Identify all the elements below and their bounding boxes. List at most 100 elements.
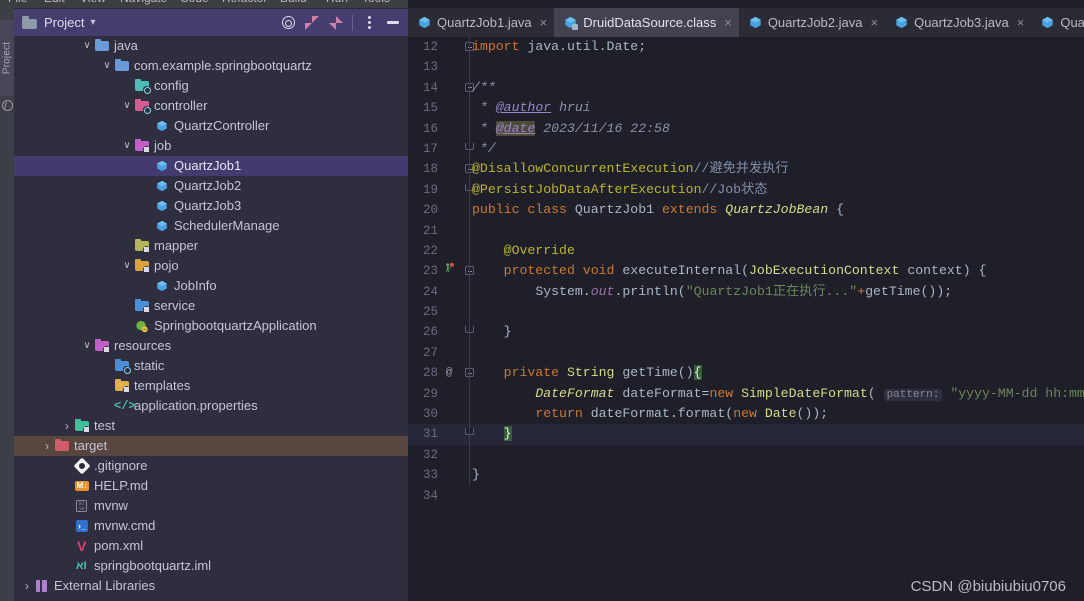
tree-item-quartzjob1[interactable]: QuartzJob1: [14, 156, 408, 176]
code-line[interactable]: 16 * @date 2023/11/16 22:58: [408, 118, 1084, 139]
tree-item-config[interactable]: config: [14, 76, 408, 96]
chevron-down-icon[interactable]: ▾: [90, 17, 95, 28]
editor-tab-quartz[interactable]: Quartz: [1031, 8, 1084, 37]
collapse-all-button[interactable]: [325, 12, 347, 34]
annotation-gutter-icon[interactable]: @: [442, 363, 456, 383]
tree-item-label: mvnw.cmd: [94, 518, 156, 533]
code-line[interactable]: 13: [408, 57, 1084, 77]
code-line[interactable]: 30 return dateFormat.format(new Date());: [408, 404, 1084, 425]
tree-item-test[interactable]: › test: [14, 416, 408, 436]
tree-item-quartzcontroller[interactable]: QuartzController: [14, 116, 408, 136]
close-icon[interactable]: ×: [870, 16, 878, 29]
options-button[interactable]: [358, 12, 380, 34]
line-number: 16: [422, 121, 438, 136]
code-line[interactable]: 29 DateFormat dateFormat=new SimpleDateF…: [408, 383, 1084, 405]
structure-icon[interactable]: [2, 100, 13, 111]
chevron-right-icon[interactable]: ›: [60, 420, 74, 432]
folder-icon: [114, 358, 131, 374]
code-line[interactable]: 18 @DisallowConcurrentExecution//避免并发执行: [408, 159, 1084, 179]
tree-item-pom-xml[interactable]: Vpom.xml: [14, 536, 408, 556]
code-line[interactable]: 14 /**: [408, 78, 1084, 98]
chevron-down-icon[interactable]: ∨: [80, 41, 94, 51]
tool-window-tab-label: Project: [1, 41, 13, 75]
close-icon[interactable]: ×: [1017, 16, 1025, 29]
tree-item-quartzjob2[interactable]: QuartzJob2: [14, 176, 408, 196]
code-line[interactable]: 26 }: [408, 322, 1084, 342]
code-text: return dateFormat.format(new Date());: [535, 406, 829, 422]
code-line[interactable]: 23 protected void executeInternal(JobExe…: [408, 261, 1084, 281]
close-icon[interactable]: ×: [724, 16, 732, 29]
tree-item-springbootquartz-iml[interactable]: אI springbootquartz.iml: [14, 556, 408, 576]
tree-item-resources[interactable]: ∨ resources: [14, 336, 408, 356]
chevron-down-icon[interactable]: ∨: [120, 141, 134, 151]
editor-tab-druiddatasource-class[interactable]: DruidDataSource.class ×: [554, 8, 739, 37]
java-class-icon: [1041, 16, 1054, 29]
code-line[interactable]: 20 public class QuartzJob1 extends Quartz…: [408, 200, 1084, 221]
tree-item-service[interactable]: service: [14, 296, 408, 316]
menu-item: Code: [180, 0, 209, 5]
tree-item-java[interactable]: ∨ java: [14, 36, 408, 56]
tree-item-mvnw[interactable]: 01 10 mvnw: [14, 496, 408, 516]
editor-tab-quartzjob2-java[interactable]: QuartzJob2.java ×: [739, 8, 885, 37]
code-text: System.out.println("QuartzJob1正在执行..."+g…: [535, 283, 953, 299]
line-number: 34: [422, 488, 438, 503]
tree-item-schedulermanage[interactable]: SchedulerManage: [14, 216, 408, 236]
code-line[interactable]: 31 }: [408, 424, 1084, 445]
code-line[interactable]: 34: [408, 486, 1084, 506]
tree-item-mvnw-cmd[interactable]: ›_ mvnw.cmd: [14, 516, 408, 536]
tree-item-external-libraries[interactable]: › External Libraries: [14, 576, 408, 596]
tree-item-static[interactable]: static: [14, 356, 408, 376]
ide-window: File Edit View Navigate Code Refactor Bu…: [0, 0, 1084, 601]
code-line[interactable]: 15 * @author hrui: [408, 98, 1084, 119]
tool-window-tab-project[interactable]: Project: [0, 20, 14, 96]
code-line[interactable]: 27: [408, 343, 1084, 363]
chevron-right-icon[interactable]: ›: [40, 440, 54, 452]
tree-item-controller[interactable]: ∨ controller: [14, 96, 408, 116]
tree-item-springbootquartzapplication[interactable]: SpringbootquartzApplication: [14, 316, 408, 336]
tree-item-pojo[interactable]: ∨ pojo: [14, 256, 408, 276]
tree-item-jobinfo[interactable]: JobInfo: [14, 276, 408, 296]
code-line[interactable]: 19 @PersistJobDataAfterExecution//Job状态: [408, 180, 1084, 200]
tree-item-label: mvnw: [94, 498, 128, 513]
tree-item-target[interactable]: › target: [14, 436, 408, 456]
code-line[interactable]: 28 @ private String getTime(){: [408, 363, 1084, 383]
code-line[interactable]: 21: [408, 220, 1084, 241]
code-line[interactable]: 22 @Override: [408, 240, 1084, 262]
expand-all-button[interactable]: [301, 12, 323, 34]
code-line[interactable]: 17 */: [408, 139, 1084, 159]
tree-item-help-md[interactable]: M↓ HELP.md: [14, 476, 408, 496]
code-line[interactable]: 24 System.out.println("QuartzJob1正在执行...…: [408, 281, 1084, 303]
override-method-gutter-icon[interactable]: [442, 261, 456, 281]
chevron-right-icon[interactable]: ›: [20, 580, 34, 592]
close-icon[interactable]: ×: [540, 16, 548, 29]
code-line[interactable]: 12 import java.util.Date;: [408, 37, 1084, 57]
tree-item-label: com.example.springbootquartz: [134, 58, 312, 73]
code-line[interactable]: 25: [408, 302, 1084, 323]
hide-panel-button[interactable]: [382, 12, 404, 34]
tree-item-quartzjob3[interactable]: QuartzJob3: [14, 196, 408, 216]
maven-pom-icon: V: [77, 538, 87, 554]
select-opened-file-button[interactable]: [277, 12, 299, 34]
tree-item-templates[interactable]: templates: [14, 376, 408, 396]
chevron-down-icon[interactable]: ∨: [120, 261, 134, 271]
code-editor[interactable]: 12 import java.util.Date; 13 14 /** 15 * @au…: [408, 37, 1084, 601]
tree-item-job[interactable]: ∨ job: [14, 136, 408, 156]
chevron-down-icon[interactable]: ∨: [100, 61, 114, 71]
tree-item-mapper[interactable]: mapper: [14, 236, 408, 256]
code-text: }: [503, 426, 512, 442]
project-tree[interactable]: ∨ java ∨ com.example.springbootquartz config…: [14, 36, 408, 601]
code-line[interactable]: 32: [408, 445, 1084, 465]
tree-item-com-example-springbootquartz[interactable]: ∨ com.example.springbootquartz: [14, 56, 408, 76]
editor-tab-quartzjob3-java[interactable]: QuartzJob3.java ×: [885, 8, 1031, 37]
tree-item-gitignore[interactable]: .gitignore: [14, 456, 408, 476]
chevron-down-icon[interactable]: ∨: [120, 101, 134, 111]
tree-item-application-properties[interactable]: </> application.properties: [14, 396, 408, 416]
editor-tab-quartzjob1-java[interactable]: QuartzJob1.java ×: [408, 8, 554, 37]
line-number: 15: [422, 101, 438, 116]
menu-item: Navigate: [120, 0, 167, 5]
code-line[interactable]: 33}: [408, 465, 1084, 485]
editor-tab-bar[interactable]: QuartzJob1.java × DruidDataSource.class × Qu…: [408, 8, 1084, 37]
chevron-down-icon[interactable]: ∨: [80, 341, 94, 351]
tree-item-label: controller: [154, 98, 208, 113]
